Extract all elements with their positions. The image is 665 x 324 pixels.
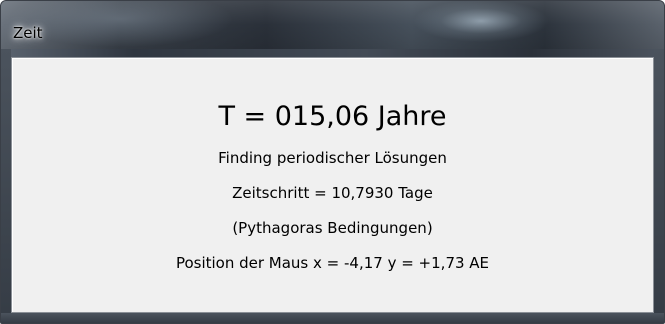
window-frame-bottom [1,313,664,323]
info-panel: T = 015,06 Jahre Finding periodischer Lö… [12,58,653,312]
client-area: T = 015,06 Jahre Finding periodischer Lö… [11,57,654,313]
mouse-position-label: Position der Maus x = -4,17 y = +1,73 AE [175,254,490,272]
time-step-label: Zeitschritt = 10,7930 Tage [232,184,433,202]
window-title: Zeit [13,24,43,42]
condition-label: (Pythagoras Bedingungen) [232,219,433,237]
window-frame-right [654,49,664,323]
zeit-window: Zeit T = 015,06 Jahre Finding periodisch… [0,0,665,324]
mode-label: Finding periodischer Lösungen [218,149,447,167]
time-display: T = 015,06 Jahre [218,101,447,132]
window-frame-left [1,49,11,323]
title-bar[interactable]: Zeit [1,1,664,49]
